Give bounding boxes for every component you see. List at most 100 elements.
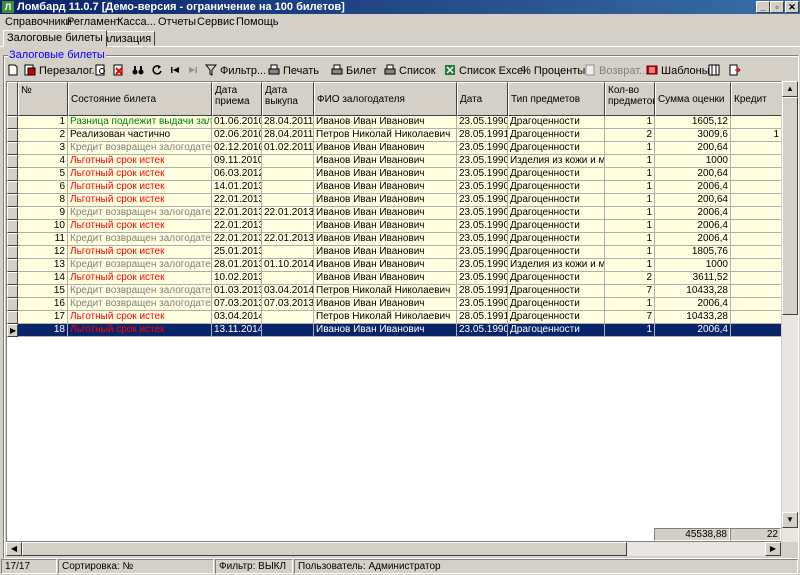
table-row[interactable]: 3Кредит возвращен залогодателем02.12.201… [7,142,782,155]
cell-item-type[interactable]: Драгоценности [508,285,605,298]
cell-receive-date[interactable]: 06.03.2012 [212,168,262,181]
table-row[interactable]: 4 Льготный срок истек 09.11.2010 Иванов Ива… [7,155,782,168]
cell-item-type[interactable]: Драгоценности [508,233,605,246]
table-row[interactable]: 11Кредит возвращен залогодателем22.01.20… [7,233,782,246]
cell-birth-date[interactable]: 23.05.1990 [457,194,508,207]
cell-number[interactable]: 18 [18,324,68,337]
table-row[interactable]: 5 Льготный срок истек 06.03.2012 Иванов Ива… [7,168,782,181]
cell-receive-date[interactable]: 02.06.2010 [212,129,262,142]
cell-appraisal-sum[interactable]: 1000 [655,259,731,272]
cell-pledger-name[interactable]: Иванов Иван Иванович [314,233,457,246]
cell-number[interactable]: 6 [18,181,68,194]
cell-birth-date[interactable]: 28.05.1991 [457,311,508,324]
cell-credit[interactable] [731,155,782,168]
header-state[interactable]: Состояние билета [68,82,212,116]
ticket-button[interactable]: Билет [331,63,377,79]
cell-item-type[interactable]: Изделия из кожи и меха [508,259,605,272]
cell-receive-date[interactable]: 01.03.2013 [212,285,262,298]
table-row[interactable]: 9Кредит возвращен залогодателем22.01.201… [7,207,782,220]
cell-birth-date[interactable]: 23.05.1990 [457,233,508,246]
cell-buyout-date[interactable]: 07.03.2013 [262,298,314,311]
cell-buyout-date[interactable] [262,168,314,181]
cell-state[interactable]: Льготный срок истек [68,311,212,324]
cell-number[interactable]: 11 [18,233,68,246]
cell-credit[interactable] [731,246,782,259]
repledge-button[interactable]: Перезалог... [24,63,101,79]
cell-item-count[interactable]: 1 [605,259,655,272]
cell-birth-date[interactable]: 23.05.1990 [457,259,508,272]
cell-appraisal-sum[interactable]: 2006,4 [655,220,731,233]
cell-item-count[interactable]: 1 [605,194,655,207]
cell-pledger-name[interactable]: Иванов Иван Иванович [314,181,457,194]
cell-buyout-date[interactable] [262,155,314,168]
cell-item-type[interactable]: Драгоценности [508,207,605,220]
menu-reports[interactable]: Отчеты [158,16,196,28]
cell-number[interactable]: 8 [18,194,68,207]
cell-appraisal-sum[interactable]: 2006,4 [655,298,731,311]
cell-item-type[interactable]: Драгоценности [508,168,605,181]
cell-receive-date[interactable]: 13.11.2014 [212,324,262,337]
cell-item-type[interactable]: Драгоценности [508,324,605,337]
cell-item-count[interactable]: 1 [605,207,655,220]
close-button[interactable]: ✕ [785,1,799,13]
cell-receive-date[interactable]: 03.04.2014 [212,311,262,324]
list-button[interactable]: Список [384,63,436,79]
cell-credit[interactable] [731,194,782,207]
cell-pledger-name[interactable]: Иванов Иван Иванович [314,246,457,259]
cell-appraisal-sum[interactable]: 1805,76 [655,246,731,259]
cell-buyout-date[interactable] [262,272,314,285]
table-row[interactable]: 16Кредит возвращен залогодателем07.03.20… [7,298,782,311]
cell-item-count[interactable]: 1 [605,155,655,168]
cell-item-count[interactable]: 1 [605,168,655,181]
cell-pledger-name[interactable]: Иванов Иван Иванович [314,194,457,207]
cell-appraisal-sum[interactable]: 10433,28 [655,285,731,298]
cell-pledger-name[interactable]: Иванов Иван Иванович [314,155,457,168]
cell-state[interactable]: Кредит возвращен залогодателем [68,233,212,246]
cell-appraisal-sum[interactable]: 2006,4 [655,324,731,337]
vertical-scroll-thumb[interactable] [782,97,798,315]
return-button[interactable]: Возврат... [584,63,648,79]
cell-number[interactable]: 3 [18,142,68,155]
cell-state[interactable]: Льготный срок истек [68,272,212,285]
cell-state[interactable]: Льготный срок истек [68,168,212,181]
cell-state[interactable]: Льготный срок истек [68,246,212,259]
cell-number[interactable]: 5 [18,168,68,181]
columns-button[interactable] [708,63,723,79]
cell-receive-date[interactable]: 09.11.2010 [212,155,262,168]
new-document-button[interactable] [7,63,22,79]
cell-appraisal-sum[interactable]: 200,64 [655,194,731,207]
view-button[interactable] [95,63,110,79]
cell-buyout-date[interactable]: 28.04.2011 [262,129,314,142]
cell-credit[interactable] [731,272,782,285]
cell-state[interactable]: Льготный срок истек [68,181,212,194]
cell-credit[interactable] [731,168,782,181]
cell-pledger-name[interactable]: Петров Николай Николаевич [314,129,457,142]
cell-birth-date[interactable]: 23.05.1990 [457,324,508,337]
cell-item-type[interactable]: Драгоценности [508,311,605,324]
refresh-button[interactable] [151,63,166,79]
cell-buyout-date[interactable]: 03.04.2014 [262,285,314,298]
cell-item-count[interactable]: 2 [605,272,655,285]
horizontal-scrollbar[interactable]: ◀ ▶ [6,542,781,556]
cell-number[interactable]: 17 [18,311,68,324]
header-item-count[interactable]: Кол-во предметов [605,82,655,116]
cell-item-type[interactable]: Драгоценности [508,298,605,311]
table-row[interactable]: 2 Реализован частично 02.06.2010 28.04.2011… [7,129,782,142]
cell-number[interactable]: 12 [18,246,68,259]
cell-item-type[interactable]: Драгоценности [508,181,605,194]
cell-appraisal-sum[interactable]: 200,64 [655,168,731,181]
cell-state[interactable]: Льготный срок истек [68,194,212,207]
cell-buyout-date[interactable] [262,311,314,324]
cell-receive-date[interactable]: 28.01.2013 [212,259,262,272]
cell-pledger-name[interactable]: Иванов Иван Иванович [314,259,457,272]
cell-pledger-name[interactable]: Иванов Иван Иванович [314,207,457,220]
cell-item-count[interactable]: 1 [605,324,655,337]
header-receive-date[interactable]: Дата приема [212,82,262,116]
cell-pledger-name[interactable]: Иванов Иван Иванович [314,220,457,233]
cell-credit[interactable] [731,233,782,246]
cell-buyout-date[interactable] [262,220,314,233]
excel-list-button[interactable]: Список Excel [444,63,526,79]
cell-number[interactable]: 9 [18,207,68,220]
cell-credit[interactable] [731,311,782,324]
cell-pledger-name[interactable]: Иванов Иван Иванович [314,168,457,181]
